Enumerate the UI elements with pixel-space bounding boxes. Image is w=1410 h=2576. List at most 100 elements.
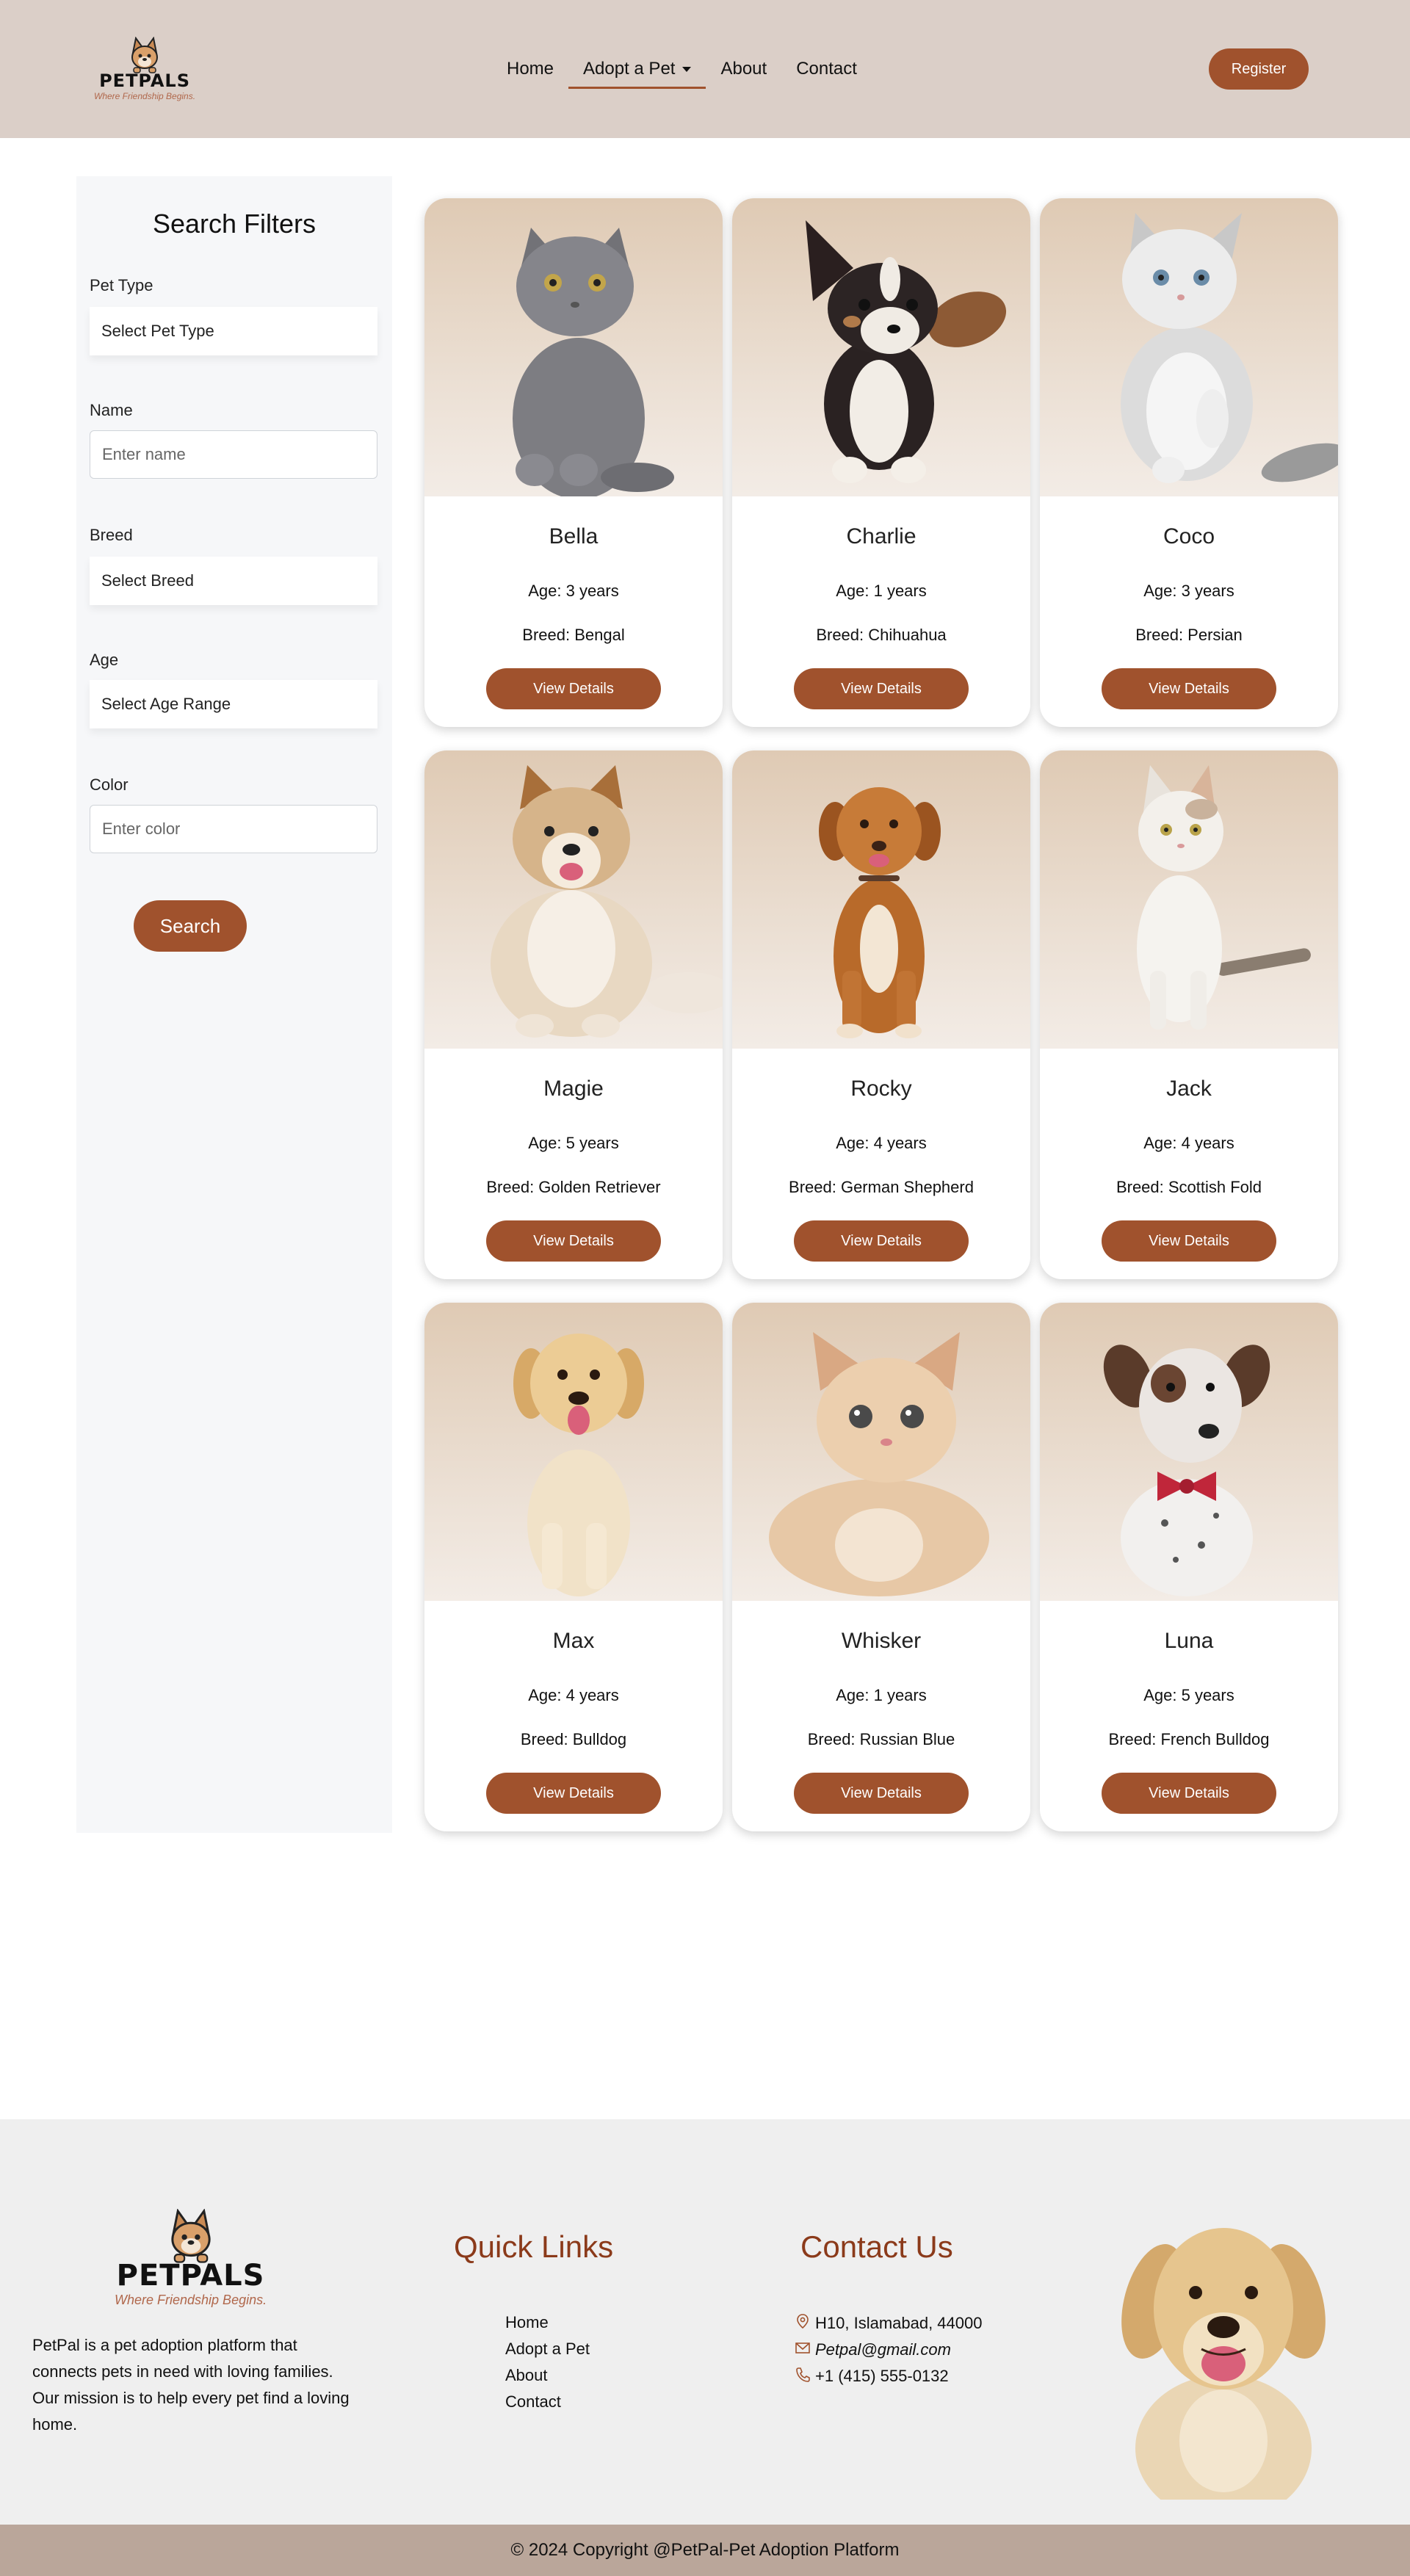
pet-name: Charlie bbox=[846, 524, 916, 549]
main-nav: Home Adopt a Pet About Contact bbox=[492, 51, 872, 89]
pet-card[interactable]: Coco Age: 3 years Breed: Persian View De… bbox=[1040, 198, 1338, 727]
dog-logo-icon bbox=[160, 2208, 222, 2263]
contact-email-text: Petpal@gmail.com bbox=[815, 2340, 951, 2359]
pet-type-select[interactable]: Select Pet Type bbox=[90, 307, 377, 355]
pet-age: Age: 4 years bbox=[1143, 1134, 1234, 1152]
pet-card[interactable]: Jack Age: 4 years Breed: Scottish Fold V… bbox=[1040, 750, 1338, 1279]
view-details-button[interactable]: View Details bbox=[486, 1220, 661, 1262]
caret-down-icon bbox=[682, 67, 692, 73]
contact-address-text: H10, Islamabad, 44000 bbox=[815, 2314, 983, 2332]
pet-name: Rocky bbox=[850, 1077, 912, 1101]
nav-adopt-dropdown[interactable]: Adopt a Pet bbox=[568, 51, 706, 89]
pet-breed: Breed: Russian Blue bbox=[807, 1730, 955, 1748]
copyright-text: © 2024 Copyright @PetPal-Pet Adoption Pl… bbox=[510, 2540, 900, 2560]
pet-breed: Breed: French Bulldog bbox=[1108, 1730, 1270, 1748]
pet-breed: Breed: German Shepherd bbox=[789, 1178, 974, 1196]
pet-breed: Breed: Bulldog bbox=[520, 1730, 627, 1748]
site-footer: PETPALS Where Friendship Begins. PetPal … bbox=[0, 2119, 1410, 2525]
footer-brand-tagline: Where Friendship Begins. bbox=[115, 2293, 267, 2307]
view-details-button[interactable]: View Details bbox=[794, 668, 969, 709]
location-pin-icon bbox=[795, 2313, 811, 2334]
contact-phone[interactable]: +1 (415) 555-0132 bbox=[795, 2366, 949, 2387]
pet-breed: Breed: Golden Retriever bbox=[486, 1178, 661, 1196]
pet-card[interactable]: Max Age: 4 years Breed: Bulldog View Det… bbox=[424, 1303, 723, 1831]
breed-label: Breed bbox=[90, 526, 133, 544]
footer-link-about[interactable]: About bbox=[505, 2366, 548, 2385]
brand-wordmark: PETPALS bbox=[99, 70, 190, 91]
about-text: PetPal is a pet adoption platform that c… bbox=[32, 2336, 350, 2434]
nav-about-label: About bbox=[720, 59, 767, 79]
footer-brand-logo[interactable]: PETPALS Where Friendship Begins. bbox=[115, 2208, 267, 2308]
register-button[interactable]: Register bbox=[1209, 48, 1309, 90]
labrador-photo bbox=[1113, 2206, 1334, 2522]
envelope-icon bbox=[795, 2340, 811, 2360]
pet-card[interactable]: Luna Age: 5 years Breed: French Bulldog … bbox=[1040, 1303, 1338, 1831]
filters-title: Search Filters bbox=[152, 209, 317, 239]
site-header: PETPALS Where Friendship Begins. Home Ad… bbox=[0, 0, 1410, 138]
pet-card[interactable]: Charlie Age: 1 years Breed: Chihuahua Vi… bbox=[732, 198, 1030, 727]
dog-logo-icon bbox=[124, 36, 165, 73]
pet-breed: Breed: Bengal bbox=[522, 626, 625, 644]
pet-name: Bella bbox=[549, 524, 599, 549]
nav-home-label: Home bbox=[507, 59, 554, 79]
view-details-button[interactable]: View Details bbox=[794, 1773, 969, 1814]
quick-links-heading: Quick Links bbox=[454, 2229, 614, 2264]
name-label: Name bbox=[90, 401, 133, 419]
pet-age: Age: 3 years bbox=[1143, 582, 1234, 600]
footer-link-contact[interactable]: Contact bbox=[505, 2392, 561, 2412]
dog-photo bbox=[424, 1303, 723, 1601]
color-label: Color bbox=[90, 775, 129, 794]
view-details-button[interactable]: View Details bbox=[486, 668, 661, 709]
dog-photo bbox=[732, 198, 1030, 496]
contact-heading: Contact Us bbox=[800, 2229, 953, 2264]
age-select[interactable]: Select Age Range bbox=[90, 680, 377, 728]
pet-age: Age: 4 years bbox=[836, 1134, 927, 1152]
pet-card[interactable]: Magie Age: 5 years Breed: Golden Retriev… bbox=[424, 750, 723, 1279]
footer-link-home[interactable]: Home bbox=[505, 2313, 549, 2332]
pet-age: Age: 5 years bbox=[528, 1134, 619, 1152]
pet-age: Age: 4 years bbox=[528, 1686, 619, 1704]
footer-brand-wordmark: PETPALS bbox=[116, 2259, 265, 2293]
view-details-button[interactable]: View Details bbox=[1102, 1773, 1276, 1814]
nav-about[interactable]: About bbox=[706, 51, 781, 89]
pet-name: Magie bbox=[543, 1077, 604, 1101]
pet-name: Jack bbox=[1166, 1077, 1212, 1101]
cat-photo bbox=[1040, 198, 1338, 496]
name-input[interactable]: Enter name bbox=[90, 430, 377, 479]
pet-breed: Breed: Chihuahua bbox=[816, 626, 947, 644]
pet-age: Age: 1 years bbox=[836, 582, 927, 600]
search-button[interactable]: Search bbox=[134, 900, 247, 952]
pet-age: Age: 5 years bbox=[1143, 1686, 1234, 1704]
copyright-bar: © 2024 Copyright @PetPal-Pet Adoption Pl… bbox=[0, 2525, 1410, 2576]
pet-name: Coco bbox=[1163, 524, 1215, 549]
pet-name: Whisker bbox=[841, 1629, 922, 1653]
pet-breed: Breed: Scottish Fold bbox=[1116, 1178, 1262, 1196]
pet-card[interactable]: Bella Age: 3 years Breed: Bengal View De… bbox=[424, 198, 723, 727]
contact-address: H10, Islamabad, 44000 bbox=[795, 2313, 983, 2334]
footer-link-adopt[interactable]: Adopt a Pet bbox=[505, 2340, 590, 2359]
pet-card[interactable]: Rocky Age: 4 years Breed: German Shepher… bbox=[732, 750, 1030, 1279]
nav-contact[interactable]: Contact bbox=[781, 51, 872, 89]
dog-photo bbox=[424, 750, 723, 1049]
pet-type-label: Pet Type bbox=[90, 276, 153, 294]
cat-photo bbox=[732, 1303, 1030, 1601]
breed-select[interactable]: Select Breed bbox=[90, 557, 377, 605]
phone-icon bbox=[795, 2366, 811, 2387]
pet-name: Luna bbox=[1164, 1629, 1214, 1653]
brand-logo[interactable]: PETPALS Where Friendship Begins. bbox=[94, 36, 196, 101]
pet-name: Max bbox=[552, 1629, 595, 1653]
color-input[interactable]: Enter color bbox=[90, 805, 377, 853]
dog-photo bbox=[1040, 1303, 1338, 1601]
nav-home[interactable]: Home bbox=[492, 51, 568, 89]
nav-contact-label: Contact bbox=[796, 59, 857, 79]
pet-card[interactable]: Whisker Age: 1 years Breed: Russian Blue… bbox=[732, 1303, 1030, 1831]
brand-tagline: Where Friendship Begins. bbox=[94, 91, 196, 101]
search-filters-panel: Search Filters Pet Type Select Pet Type … bbox=[76, 176, 392, 1833]
contact-email[interactable]: Petpal@gmail.com bbox=[795, 2340, 951, 2360]
view-details-button[interactable]: View Details bbox=[794, 1220, 969, 1262]
contact-phone-text: +1 (415) 555-0132 bbox=[815, 2367, 949, 2385]
view-details-button[interactable]: View Details bbox=[486, 1773, 661, 1814]
view-details-button[interactable]: View Details bbox=[1102, 668, 1276, 709]
dog-photo bbox=[732, 750, 1030, 1049]
view-details-button[interactable]: View Details bbox=[1102, 1220, 1276, 1262]
